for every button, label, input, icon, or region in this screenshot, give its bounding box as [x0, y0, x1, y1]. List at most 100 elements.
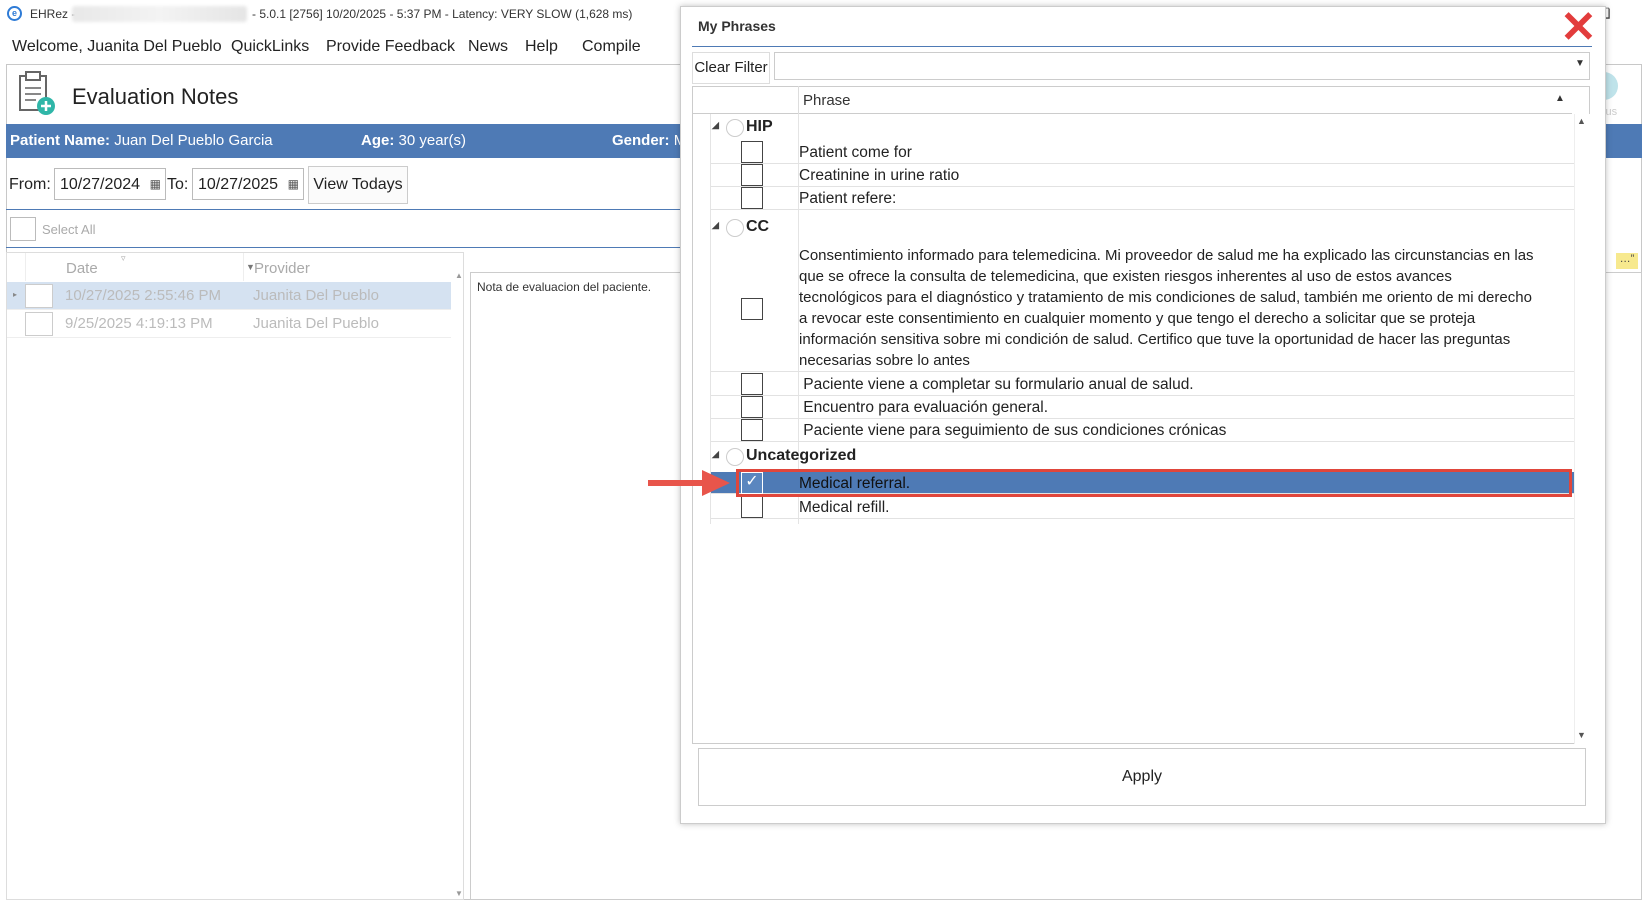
scroll-up-icon[interactable]: ▲ [1577, 116, 1586, 126]
from-date-value: 10/27/2024 [60, 176, 141, 193]
row-provider: Juanita Del Pueblo [253, 287, 379, 304]
column-header-date[interactable]: Date ▿ ▼ [25, 253, 255, 281]
scroll-down-icon[interactable]: ▼ [1577, 730, 1586, 740]
patient-age: Age: 30 year(s) [361, 132, 466, 149]
to-label: To: [167, 176, 189, 193]
select-all-checkbox[interactable] [10, 217, 36, 241]
row-date: 9/25/2025 4:19:13 PM [65, 315, 213, 332]
phrase-checkbox[interactable] [741, 141, 763, 163]
group-radio[interactable] [726, 448, 744, 466]
phrase-checkbox[interactable] [741, 298, 763, 320]
view-todays-button[interactable]: View Todays [308, 166, 408, 204]
row-expand-icon[interactable]: ▸ [13, 290, 17, 299]
new-note-icon [19, 71, 55, 115]
phrase-row[interactable]: Medical refill. [711, 496, 1574, 519]
date-filter-row: From: 10/27/2024 ▦ To: 10/27/2025 ▦ View… [6, 162, 426, 206]
patient-name-label: Patient Name: [10, 132, 111, 149]
arrow-annotation-shaft [648, 480, 710, 486]
from-label: From: [9, 176, 51, 193]
row-provider: Juanita Del Pueblo [253, 315, 379, 332]
phrase-text: Paciente viene a completar su formulario… [799, 376, 1194, 393]
phrase-text: Medical refill. [799, 499, 890, 516]
menu-provide-feedback[interactable]: Provide Feedback [326, 38, 455, 56]
phrase-row[interactable]: Paciente viene a completar su formulario… [711, 373, 1574, 396]
patient-age-value: 30 year(s) [398, 132, 467, 149]
divider [6, 209, 706, 210]
group-radio[interactable] [726, 119, 744, 137]
phrase-checkbox[interactable] [741, 164, 763, 186]
sort-ascending-icon[interactable]: ▲ [1555, 93, 1565, 104]
filter-icon[interactable]: ▿ [121, 253, 126, 264]
collapse-triangle-icon[interactable]: ◢ [712, 449, 719, 460]
calendar-icon[interactable]: ▦ [288, 177, 299, 191]
phrase-filter-select[interactable] [774, 52, 1590, 80]
column-header-phrase[interactable] [798, 86, 1572, 114]
group-radio[interactable] [726, 219, 744, 237]
app-name: EHRez - [30, 7, 76, 21]
menu-news[interactable]: News [468, 38, 508, 56]
row-checkbox[interactable] [25, 284, 53, 308]
quote-icon[interactable]: …” [1616, 253, 1638, 269]
phrase-row[interactable]: Paciente viene para seguimiento de sus c… [711, 419, 1574, 442]
table-row[interactable]: 9/25/2025 4:19:13 PM Juanita Del Pueblo [7, 310, 451, 338]
scroll-down-icon[interactable]: ▼ [455, 889, 463, 898]
phrase-text: Patient refere: [799, 190, 897, 207]
dialog-title: My Phrases [698, 18, 776, 34]
phrase-row[interactable]: Creatinine in urine ratio [711, 164, 1574, 187]
chevron-down-icon[interactable]: ▼ [1575, 58, 1585, 69]
to-date-input[interactable]: 10/27/2025 ▦ [192, 168, 304, 200]
phrase-row[interactable]: Encuentro para evaluación general. [711, 396, 1574, 419]
menu-quicklinks[interactable]: QuickLinks [231, 38, 309, 56]
phrase-row[interactable]: Patient come for [711, 141, 1574, 164]
column-header-provider-label: Provider [254, 260, 310, 277]
close-icon[interactable]: ✕ [1560, 4, 1597, 52]
redacted-clinic-name [72, 6, 247, 22]
menu-compile[interactable]: Compile [582, 38, 641, 56]
app-version-info: - 5.0.1 [2756] 10/20/2025 - 5:37 PM - La… [252, 7, 633, 21]
table-row[interactable]: ▸ 10/27/2025 2:55:46 PM Juanita Del Pueb… [7, 282, 451, 310]
notes-grid: Date ▿ ▼ Provider ▸ 10/27/2025 2:55:46 P… [6, 252, 464, 900]
menu-help[interactable]: Help [525, 38, 558, 56]
patient-name: Patient Name: Juan Del Pueblo Garcia [10, 132, 273, 149]
group-name: HIP [746, 118, 773, 135]
patient-gender-label: Gender: [612, 132, 670, 149]
phrase-text: Paciente viene para seguimiento de sus c… [799, 422, 1227, 439]
patient-name-value: Juan Del Pueblo Garcia [114, 132, 273, 149]
row-date: 10/27/2025 2:55:46 PM [65, 287, 221, 304]
to-date-value: 10/27/2025 [198, 176, 279, 193]
highlight-annotation [736, 469, 1572, 497]
row-checkbox[interactable] [25, 312, 53, 336]
phrase-text: Consentimiento informado para telemedici… [799, 247, 1534, 369]
welcome-user-menu[interactable]: Welcome, Juanita Del Pueblo [12, 38, 222, 56]
vertical-scrollbar[interactable] [1574, 114, 1590, 744]
phrase-text: Patient come for [799, 144, 912, 161]
scroll-up-icon[interactable]: ▲ [455, 271, 463, 280]
phrase-text: Encuentro para evaluación general. [799, 399, 1049, 416]
note-preview-text: Nota de evaluacion del paciente. [477, 280, 652, 294]
phrase-checkbox[interactable] [741, 496, 763, 518]
calendar-icon[interactable]: ▦ [150, 177, 161, 191]
phrase-text: Creatinine in urine ratio [799, 167, 960, 184]
page-title: Evaluation Notes [72, 84, 239, 109]
group-name: Uncategorized [746, 447, 857, 464]
phrase-checkbox[interactable] [741, 419, 763, 441]
column-header-provider[interactable]: Provider [243, 253, 433, 281]
divider [692, 46, 1592, 47]
divider [6, 247, 706, 248]
app-logo-icon: e [7, 6, 22, 21]
select-all-label: Select All [42, 222, 96, 237]
clear-filter-button[interactable]: Clear Filter [692, 52, 770, 84]
from-date-input[interactable]: 10/27/2024 ▦ [54, 168, 166, 200]
collapse-triangle-icon[interactable]: ◢ [712, 120, 719, 131]
phrase-checkbox[interactable] [741, 396, 763, 418]
patient-gender: Gender: M [612, 132, 686, 149]
phrase-checkbox[interactable] [741, 187, 763, 209]
collapse-triangle-icon[interactable]: ◢ [712, 220, 719, 231]
group-name: CC [746, 218, 770, 235]
phrase-row[interactable]: Patient refere: [711, 187, 1574, 210]
phrase-checkbox[interactable] [741, 373, 763, 395]
apply-button[interactable]: Apply [698, 748, 1586, 806]
menu-bar: Welcome, Juanita Del Pueblo QuickLinks P… [0, 30, 680, 64]
arrow-annotation-head [702, 470, 730, 496]
phrase-row[interactable]: Consentimiento informado para telemedici… [711, 244, 1574, 372]
